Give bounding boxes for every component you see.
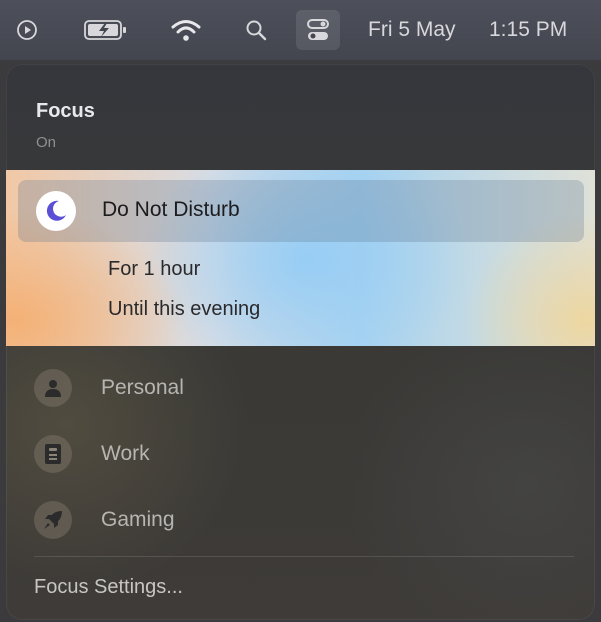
- moon-icon: [36, 191, 76, 231]
- focus-mode-personal[interactable]: Personal: [6, 360, 595, 416]
- focus-title: Focus: [36, 100, 95, 122]
- rocket-icon: [34, 501, 72, 539]
- focus-panel: Focus On Do Not Disturb For 1 hour Until…: [6, 64, 595, 620]
- battery-charging-icon[interactable]: [76, 0, 136, 60]
- focus-mode-label: Gaming: [101, 508, 175, 531]
- search-icon[interactable]: [236, 0, 276, 60]
- focus-status: On: [36, 134, 57, 151]
- control-center-icon[interactable]: [296, 10, 340, 50]
- option-until-this-evening[interactable]: Until this evening: [108, 298, 260, 321]
- do-not-disturb-label: Do Not Disturb: [102, 198, 240, 221]
- focus-mode-label: Personal: [101, 376, 184, 399]
- focus-mode-gaming[interactable]: Gaming: [6, 492, 595, 548]
- menu-bar: Fri 5 May 1:15 PM: [0, 0, 601, 60]
- id-badge-icon: [34, 435, 72, 473]
- focus-mode-work[interactable]: Work: [6, 426, 595, 482]
- do-not-disturb-row[interactable]: Do Not Disturb: [18, 180, 584, 242]
- menu-bar-date[interactable]: Fri 5 May: [368, 0, 468, 60]
- wifi-icon[interactable]: [162, 0, 210, 60]
- person-icon: [34, 369, 72, 407]
- option-for-1-hour[interactable]: For 1 hour: [108, 258, 200, 281]
- divider: [34, 556, 574, 557]
- focus-settings-button[interactable]: Focus Settings...: [34, 576, 183, 599]
- do-not-disturb-section: Do Not Disturb For 1 hour Until this eve…: [6, 170, 595, 346]
- menu-bar-time[interactable]: 1:15 PM: [489, 0, 601, 60]
- focus-mode-label: Work: [101, 442, 150, 465]
- play-circle-icon[interactable]: [10, 0, 44, 60]
